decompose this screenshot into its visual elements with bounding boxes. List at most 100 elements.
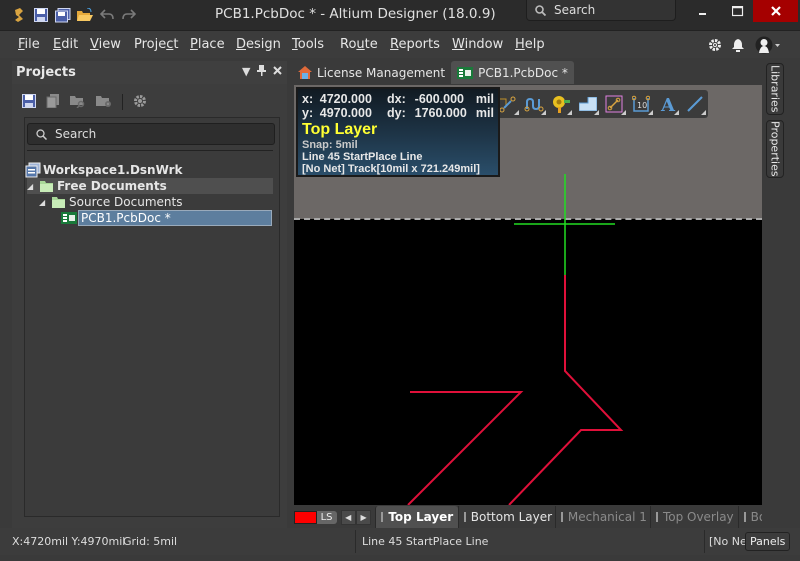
layer-tab-bottom-overlay[interactable]: Bo — [737, 506, 762, 528]
tree-item-pcb-document[interactable]: PCB1.PcbDoc * — [61, 210, 272, 226]
panel-close-icon[interactable] — [273, 65, 282, 78]
menu-design[interactable]: Design — [236, 37, 281, 52]
status-command: Line 45 StartPlace Line — [362, 535, 489, 548]
place-via-icon[interactable] — [548, 91, 575, 117]
libraries-label: Libraries — [768, 65, 782, 113]
document-tabs: License Management PCB1.PcbDoc * — [292, 61, 574, 85]
layer-tab-label: Top Overlay — [662, 510, 734, 524]
redo-icon[interactable] — [120, 6, 138, 24]
layer-tab-label: Bottom Layer — [470, 510, 553, 524]
panels-button[interactable]: Panels — [745, 532, 791, 551]
properties-side-tab[interactable]: Properties — [766, 120, 784, 178]
gear-icon[interactable] — [708, 36, 722, 54]
folder-icon — [40, 181, 53, 192]
projects-search-input[interactable]: Search — [27, 123, 275, 145]
hud-unit: mil — [475, 92, 494, 106]
tab-license-management[interactable]: License Management — [292, 61, 451, 84]
status-grid: Grid: 5mil — [123, 535, 178, 548]
menu-view[interactable]: View — [90, 37, 121, 52]
menu-file[interactable]: File — [18, 37, 40, 52]
window-bottom-edge — [0, 555, 800, 561]
tab-label: License Management — [317, 65, 446, 80]
place-fill-icon[interactable] — [574, 91, 601, 117]
place-string-icon[interactable]: A — [655, 91, 682, 117]
projects-toolbar — [22, 92, 147, 112]
hud-y-value: 4970.000 — [319, 106, 372, 120]
menu-project[interactable]: Project — [134, 37, 179, 52]
layer-color-swatch — [655, 512, 658, 522]
save-all-icon[interactable] — [54, 6, 72, 24]
hud-command: Line 45 StartPlace Line — [302, 151, 423, 163]
expand-arrow-icon[interactable]: ◢ — [27, 182, 35, 191]
place-dimension-icon[interactable]: 10 — [628, 91, 655, 117]
settings-gear-icon[interactable] — [133, 93, 147, 112]
projects-panel-title: Projects — [16, 65, 76, 80]
menu-tools[interactable]: Tools — [292, 37, 324, 52]
menu-route[interactable]: Route — [340, 37, 378, 52]
tree-item-workspace[interactable]: Workspace1.DsnWrk — [25, 162, 183, 178]
layer-color-swatch — [743, 512, 746, 522]
main-area: Projects ▼ Search Workspace1.DsnWrk ◢ Fr… — [0, 58, 800, 528]
layer-tab-mechanical-1[interactable]: Mechanical 1 — [554, 506, 650, 528]
status-divider — [704, 530, 705, 553]
project-options-icon[interactable] — [96, 93, 112, 112]
layer-scroll-right-button[interactable]: ▶ — [355, 509, 372, 525]
menu-reports[interactable]: Reports — [390, 37, 440, 52]
app-logo-icon[interactable] — [10, 6, 28, 24]
status-net-info: [No Ne — [709, 535, 747, 548]
tree-item-source-documents[interactable]: ◢ Source Documents — [39, 194, 182, 210]
save-project-icon[interactable] — [22, 93, 36, 112]
save-icon[interactable] — [32, 6, 50, 24]
explore-project-icon[interactable] — [70, 93, 86, 112]
chevron-left-icon: ◀ — [345, 512, 352, 522]
close-button[interactable] — [753, 0, 798, 22]
tree-item-free-documents[interactable]: ◢ Free Documents — [27, 178, 273, 194]
track-segment — [407, 391, 524, 505]
status-bar: X:4720mil Y:4970mil Grid: 5mil Line 45 S… — [0, 528, 800, 555]
menu-help[interactable]: Help — [515, 37, 545, 52]
tab-label: PCB1.PcbDoc * — [478, 65, 568, 80]
document-area: License Management PCB1.PcbDoc * 10 A x:… — [292, 61, 762, 528]
hud-object-info: [No Net] Track[10mil x 721.249mil] — [302, 163, 480, 175]
layer-sets-button[interactable]: LS — [316, 510, 337, 524]
tab-pcb1-pcbdoc[interactable]: PCB1.PcbDoc * — [451, 61, 574, 84]
status-divider — [355, 530, 356, 553]
layer-tab-bottom-layer[interactable]: Bottom Layer — [457, 506, 555, 528]
current-layer-color[interactable] — [294, 510, 317, 524]
free-documents-label: Free Documents — [57, 179, 167, 193]
menu-window[interactable]: Window — [452, 37, 503, 52]
notification-bell-icon[interactable] — [732, 36, 744, 54]
layer-color-swatch — [381, 512, 384, 522]
layer-tab-top-layer[interactable]: Top Layer — [375, 506, 458, 528]
close-icon — [770, 6, 781, 16]
copy-project-icon[interactable] — [46, 93, 60, 112]
status-coordinates: X:4720mil Y:4970mil — [12, 535, 126, 548]
right-panel-tabs: Libraries Properties — [764, 61, 788, 528]
minimize-icon — [698, 13, 706, 15]
properties-label: Properties — [768, 121, 782, 177]
hud-y-label: y: — [302, 106, 314, 120]
layer-tabs-bar: LS ◀ ▶ Top Layer Bottom Layer Mechanical… — [294, 506, 762, 528]
undo-icon[interactable] — [98, 6, 116, 24]
place-line-diagonal-icon[interactable] — [681, 91, 708, 117]
user-account-icon[interactable] — [755, 36, 781, 54]
expand-arrow-icon[interactable]: ◢ — [39, 198, 47, 207]
pcb-doc-icon — [61, 212, 77, 224]
interactive-length-tuning-icon[interactable] — [521, 91, 548, 117]
pcb-doc-icon — [457, 66, 474, 79]
hud-x-label: x: — [302, 92, 314, 106]
menu-edit[interactable]: Edit — [53, 37, 78, 52]
global-search-input[interactable]: Search — [526, 0, 676, 21]
svg-text:10: 10 — [637, 101, 647, 110]
libraries-side-tab[interactable]: Libraries — [766, 63, 784, 115]
pcb-canvas[interactable]: 10 A x: 4720.000 dx: -600.000 mil y: 497… — [294, 85, 762, 505]
panel-menu-dropdown-icon[interactable]: ▼ — [242, 65, 250, 78]
place-line-icon[interactable] — [601, 91, 628, 117]
menu-place[interactable]: Place — [190, 37, 225, 52]
hud-dx-value: -600.000 — [414, 92, 465, 106]
open-folder-icon[interactable] — [76, 6, 94, 24]
layer-scroll-left-button[interactable]: ◀ — [340, 509, 356, 525]
pin-icon[interactable] — [257, 65, 266, 79]
layer-tab-top-overlay[interactable]: Top Overlay — [649, 506, 738, 528]
layer-color-swatch — [560, 512, 563, 522]
